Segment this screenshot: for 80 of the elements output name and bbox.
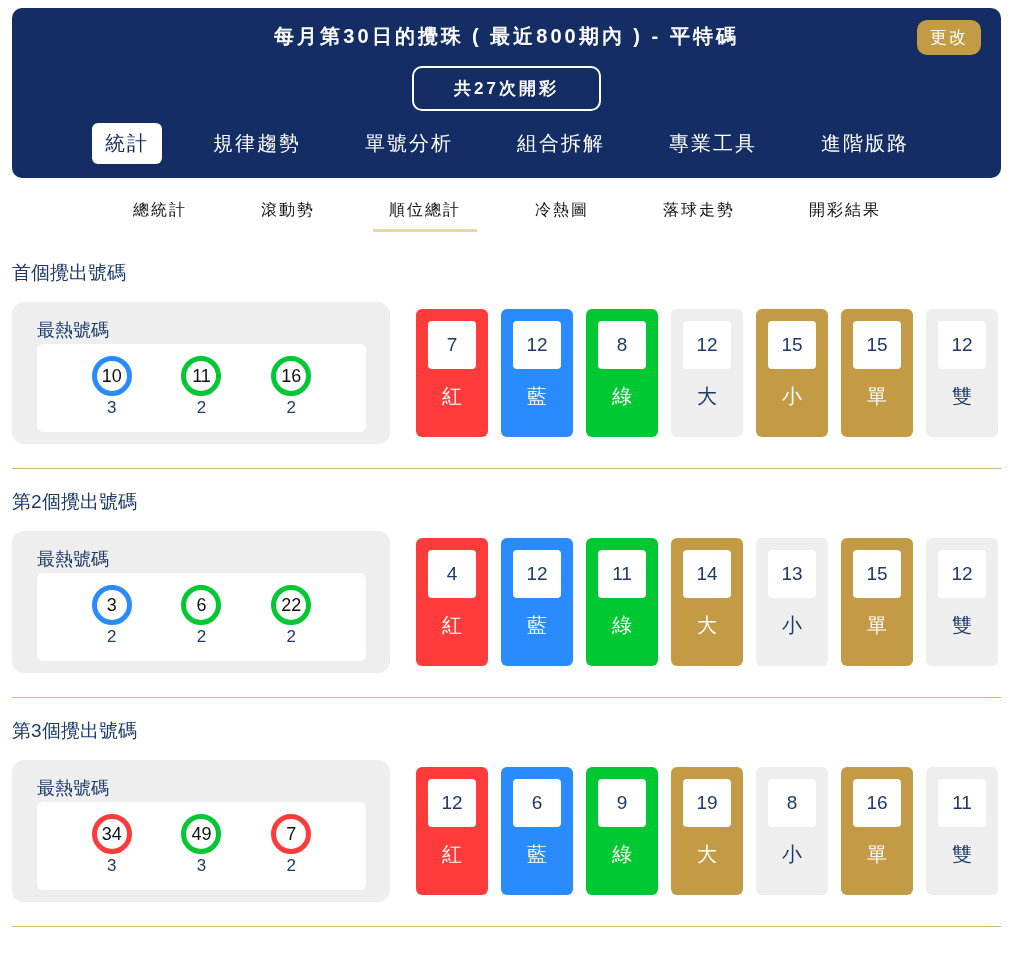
stat-value: 15 [853,550,901,598]
hit-count: 2 [196,627,207,647]
stat-label: 小 [782,842,802,867]
stat-value: 11 [598,550,646,598]
stat-label: 小 [782,613,802,638]
stat-label: 雙 [952,384,972,409]
stat-value: 6 [513,779,561,827]
number-ball: 16 [271,356,312,396]
stat-label: 綠 [612,613,632,638]
stat-value: 12 [513,550,561,598]
section-title: 第3個攪出號碼 [12,719,138,743]
hit-count: 2 [286,398,296,418]
sub-tab[interactable]: 落球走勢 [646,192,751,232]
section-title: 第2個攪出號碼 [12,490,138,514]
stat-value: 11 [938,779,986,827]
page-title: 每月第30日的攪珠 ( 最近800期內 ) - 平特碼 [274,24,739,49]
stat-value: 9 [598,779,646,827]
stat-label: 藍 [527,384,547,409]
sub-tab[interactable]: 總統計 [116,192,203,232]
stat-label: 紅 [442,842,462,867]
stat-label: 紅 [442,613,462,638]
number-ball: 11 [181,356,222,396]
stat-label: 紅 [442,384,462,409]
stat-label: 綠 [612,384,632,409]
stat-label: 藍 [527,613,547,638]
hit-count: 2 [286,856,296,876]
stat-label: 大 [697,384,717,409]
stat-value: 4 [428,550,476,598]
number-ball: 10 [91,356,132,396]
stat-value: 13 [768,550,816,598]
stat-value: 7 [428,321,476,369]
hit-count: 2 [196,398,207,418]
stat-value: 19 [683,779,731,827]
stat-value: 8 [598,321,646,369]
sub-tab[interactable]: 順位總計 [372,192,477,232]
nav-tab[interactable]: 統計 [91,123,162,164]
stat-label: 小 [782,384,802,409]
sub-tab[interactable]: 滾動勢 [244,192,331,232]
stat-value: 16 [853,779,901,827]
sub-tab[interactable]: 開彩結果 [792,192,897,232]
stat-label: 雙 [952,842,972,867]
stat-label: 藍 [527,842,547,867]
stat-value: 15 [853,321,901,369]
hot-numbers-title: 最熱號碼 [37,319,110,342]
stat-label: 綠 [612,842,632,867]
stat-value: 12 [938,550,986,598]
stat-label: 雙 [952,613,972,638]
stat-value: 12 [513,321,561,369]
stat-value: 12 [938,321,986,369]
draw-count-badge: 共27次開彩 [412,66,601,111]
number-ball: 49 [181,814,222,854]
hit-count: 3 [107,856,117,876]
hit-count: 2 [286,627,296,647]
stat-label: 單 [867,842,887,867]
stat-label: 單 [867,384,887,409]
stat-label: 大 [697,842,717,867]
number-ball: 7 [271,814,312,854]
sub-tab[interactable]: 冷熱圖 [518,192,605,232]
hit-count: 3 [107,398,117,418]
number-ball: 6 [181,585,222,625]
nav-tab[interactable]: 組合拆解 [503,123,618,164]
nav-tab[interactable]: 單號分析 [351,123,466,164]
stat-label: 單 [867,613,887,638]
stat-value: 15 [768,321,816,369]
hit-count: 2 [107,627,117,647]
nav-tab[interactable]: 規律趨勢 [199,123,314,164]
nav-tab[interactable]: 進階版路 [807,123,922,164]
number-ball: 3 [91,585,132,625]
stat-label: 大 [697,613,717,638]
stat-value: 8 [768,779,816,827]
stat-value: 12 [683,321,731,369]
hot-numbers-title: 最熱號碼 [37,777,110,800]
hot-numbers-title: 最熱號碼 [37,548,110,571]
number-ball: 34 [91,814,132,854]
stat-value: 12 [428,779,476,827]
stat-value: 14 [683,550,731,598]
section-title: 首個攪出號碼 [12,261,127,285]
nav-tab[interactable]: 專業工具 [655,123,770,164]
number-ball: 22 [271,585,312,625]
hit-count: 3 [196,856,207,876]
